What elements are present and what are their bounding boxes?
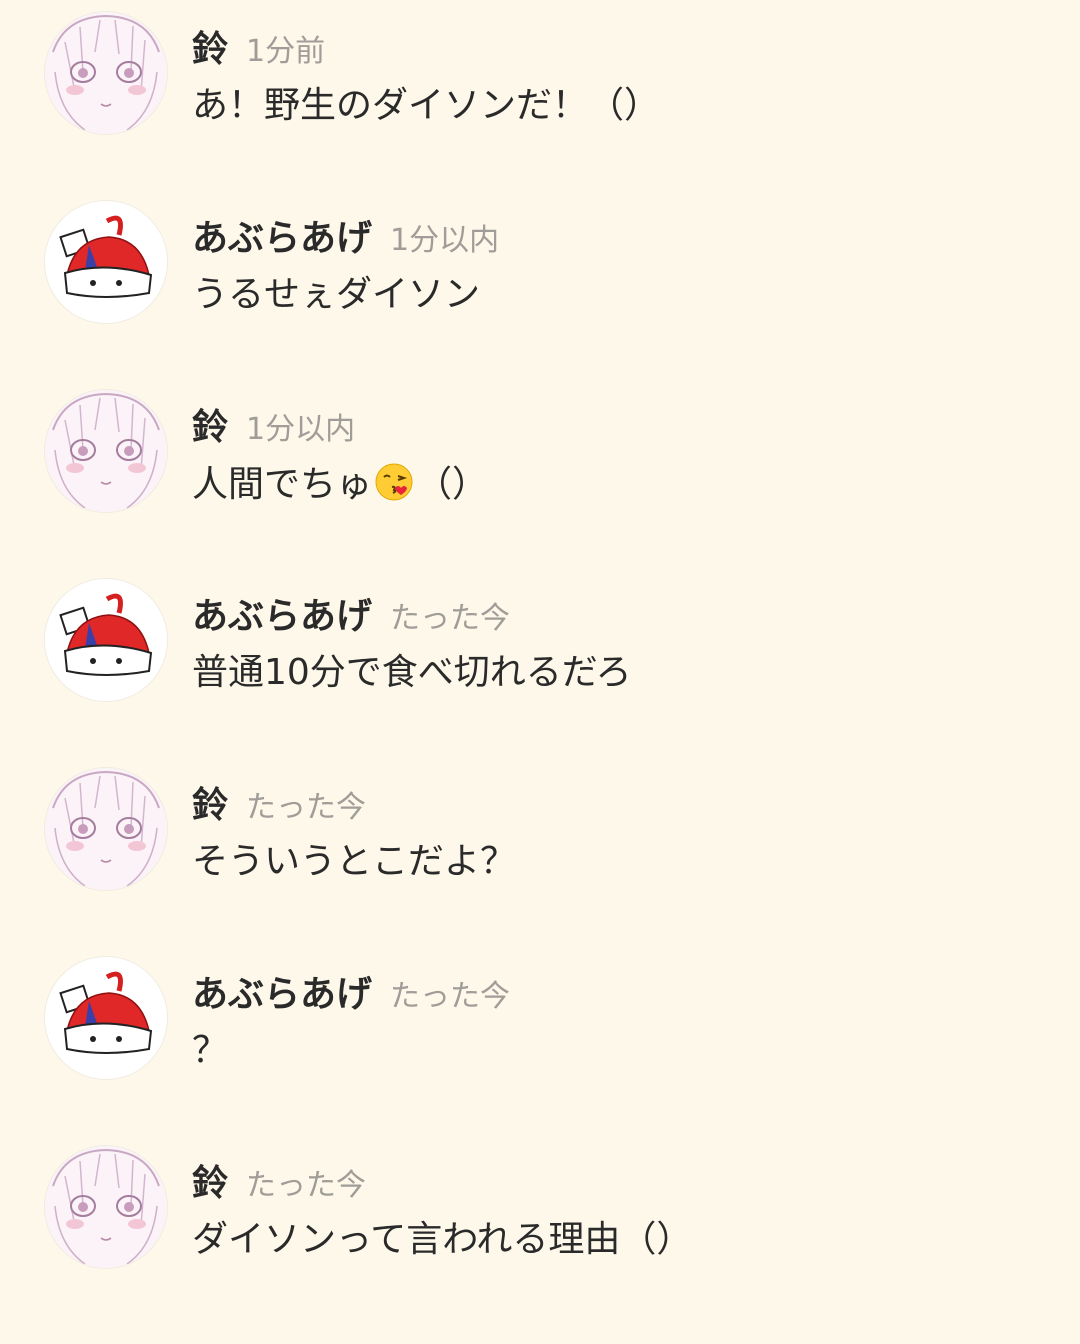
- message-text: ？: [192, 1030, 229, 1071]
- girl-avatar-icon: [45, 12, 167, 134]
- timestamp: 1分以内: [390, 223, 500, 258]
- avatar[interactable]: [45, 579, 167, 701]
- girl-avatar-icon: [45, 768, 167, 890]
- username[interactable]: 鈴 1分以内: [192, 406, 355, 452]
- chat-message: あぶらあげ たった今 ？: [0, 945, 1080, 1085]
- avatar[interactable]: [45, 957, 167, 1079]
- chat-message: 鈴 1分以内 人間でちゅ （）: [0, 378, 1080, 518]
- girl-avatar-icon: [45, 1146, 167, 1268]
- message-text-after: （）: [416, 464, 489, 505]
- chat-message: 鈴 1分前 あ！野生のダイソンだ！（）: [0, 0, 1080, 140]
- chat-message: 鈴たった今 そういうとこだよ？: [0, 756, 1080, 896]
- red-hair-avatar-icon: [45, 957, 167, 1079]
- username-label: 鈴: [192, 407, 229, 448]
- red-hair-avatar-icon: [45, 201, 167, 323]
- username[interactable]: 鈴たった今: [192, 784, 366, 830]
- chat-list: 鈴 1分前 あ！野生のダイソンだ！（） あぶらあげ 1分以内 うるせぇダイソン: [0, 0, 1080, 1344]
- username[interactable]: 鈴たった今: [192, 1162, 366, 1208]
- girl-avatar-icon: [45, 390, 167, 512]
- username[interactable]: あぶらあげ たった今: [192, 595, 510, 641]
- chat-message: あぶらあげ たった今 普通10分で食べ切れるだろ: [0, 567, 1080, 707]
- avatar[interactable]: [45, 12, 167, 134]
- username-label: 鈴: [192, 29, 229, 70]
- timestamp: 1分以内: [246, 412, 356, 447]
- username-label: あぶらあげ: [192, 974, 373, 1015]
- kissing-face-emoji-icon: [375, 463, 413, 501]
- message-text: あ！野生のダイソンだ！（）: [192, 85, 661, 126]
- red-hair-avatar-icon: [45, 579, 167, 701]
- avatar[interactable]: [45, 1146, 167, 1268]
- timestamp: たった今: [246, 1168, 367, 1203]
- username[interactable]: 鈴 1分前: [192, 28, 325, 74]
- timestamp: たった今: [246, 790, 367, 825]
- message-text: 人間でちゅ （）: [192, 462, 488, 507]
- username[interactable]: あぶらあげ たった今: [192, 973, 510, 1019]
- username-label: 鈴: [192, 785, 229, 826]
- username-label: 鈴: [192, 1163, 229, 1204]
- message-text-before: 人間でちゅ: [192, 464, 373, 505]
- message-text: 普通10分で食べ切れるだろ: [192, 652, 632, 693]
- avatar[interactable]: [45, 768, 167, 890]
- message-text: うるせぇダイソン: [192, 274, 481, 315]
- username-label: あぶらあげ: [192, 596, 373, 637]
- username[interactable]: あぶらあげ 1分以内: [192, 217, 499, 263]
- message-text: そういうとこだよ？: [192, 841, 517, 882]
- timestamp: 1分前: [246, 34, 326, 69]
- message-text: ダイソンって言われる理由（）: [192, 1219, 693, 1260]
- timestamp: たった今: [390, 979, 511, 1014]
- username-label: あぶらあげ: [192, 218, 373, 259]
- avatar[interactable]: [45, 390, 167, 512]
- chat-message: あぶらあげ 1分以内 うるせぇダイソン: [0, 189, 1080, 329]
- avatar[interactable]: [45, 201, 167, 323]
- timestamp: たった今: [390, 601, 511, 636]
- chat-message: 鈴たった今 ダイソンって言われる理由（）: [0, 1134, 1080, 1274]
